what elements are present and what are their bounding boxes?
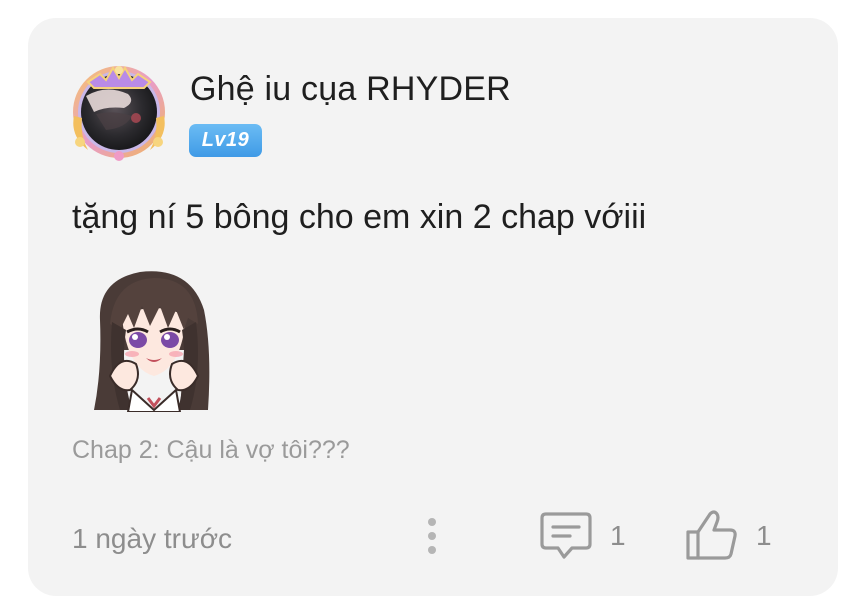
comment-bubble-icon xyxy=(540,512,592,559)
comment-text: tặng ní 5 bông cho em xin 2 chap vớiii xyxy=(72,198,647,236)
reply-count: 1 xyxy=(610,520,626,551)
anime-girl-sticker-icon xyxy=(94,271,210,413)
like-count: 1 xyxy=(756,520,772,551)
more-vertical-icon xyxy=(428,518,436,554)
comment-card: Ghệ iu cụa RHYDER Lv19 tặng ní 5 bông ch… xyxy=(28,18,838,596)
timestamp: 1 ngày trước xyxy=(72,523,233,554)
more-options-button[interactable] xyxy=(420,514,444,558)
sticker-image xyxy=(80,260,228,413)
like-button[interactable]: 1 xyxy=(684,508,794,562)
avatar-frame-icon xyxy=(73,66,165,161)
chapter-reference-link[interactable]: Chap 2: Cậu là vợ tôi??? xyxy=(72,436,350,465)
avatar[interactable] xyxy=(66,56,172,162)
level-badge: Lv19 xyxy=(189,124,262,157)
reply-button[interactable]: 1 xyxy=(538,510,648,562)
thumbs-up-icon xyxy=(686,510,737,560)
username[interactable]: Ghệ iu cụa RHYDER xyxy=(190,70,511,109)
